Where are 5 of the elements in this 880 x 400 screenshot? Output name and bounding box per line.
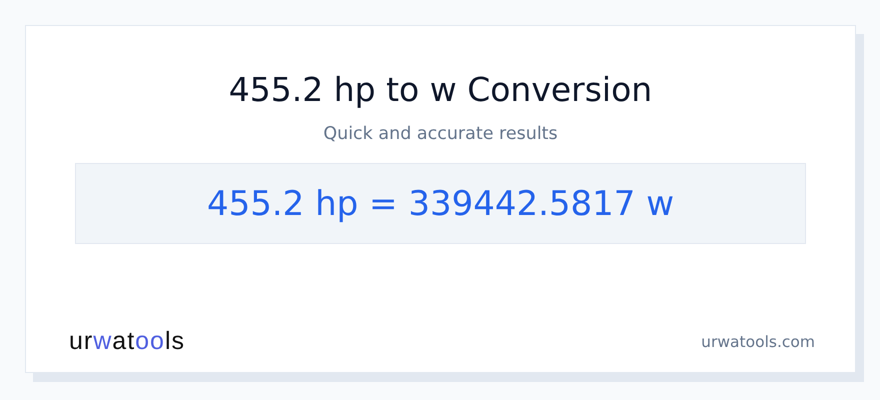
conversion-result: 455.2 hp = 339442.5817 w: [206, 184, 674, 224]
logo: urwatools: [69, 327, 186, 356]
site-address: urwatools.com: [701, 332, 815, 350]
page-title: 455.2 hp to w Conversion: [228, 70, 652, 110]
subtitle: Quick and accurate results: [323, 123, 558, 146]
